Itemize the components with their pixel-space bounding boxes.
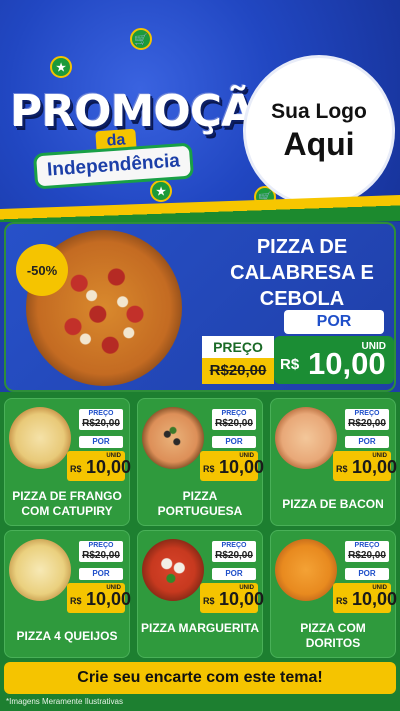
currency-label: R$ — [203, 464, 215, 474]
featured-product: -50% PIZZA DE CALABRESA E CEBOLA POR PRE… — [4, 222, 396, 392]
product-card: PREÇO R$20,00 POR UNID R$ 10,00 PIZZA CO… — [270, 530, 397, 658]
price-value: 10,00 — [308, 346, 386, 381]
currency-label: R$ — [336, 596, 348, 606]
promo-subtitle: Independência — [32, 142, 195, 190]
logo-placeholder: Sua Logo Aqui — [246, 58, 392, 204]
preco-label: PREÇO — [354, 410, 380, 417]
new-price: UNID R$ 10,00 — [200, 583, 264, 613]
preco-label: PREÇO — [221, 410, 247, 417]
preco-label: PREÇO — [88, 542, 114, 549]
header-banner: 🛒 ★ ★ 🛒 PROMOÇÃO da Independência Sua Lo… — [0, 0, 400, 222]
product-name: PIZZA MARGUERITA — [141, 621, 259, 635]
preco-box: PREÇO R$20,00 — [345, 541, 389, 562]
featured-por-label: POR — [284, 310, 384, 334]
product-card: PREÇO R$20,00 POR UNID R$ 10,00 PIZZA PO… — [137, 398, 264, 526]
por-label: POR — [345, 436, 389, 448]
product-name: PIZZA DE BACON — [282, 497, 384, 511]
featured-new-price: UNID R$ 10,00 — [274, 336, 394, 384]
new-price: UNID R$ 10,00 — [333, 583, 397, 613]
old-price: R$20,00 — [215, 550, 253, 561]
cta-banner[interactable]: Crie seu encarte com este tema! — [4, 662, 396, 694]
pizza-image — [275, 407, 337, 469]
price-value: 10,00 — [219, 457, 265, 477]
preco-box: PREÇO R$20,00 — [212, 541, 256, 562]
logo-text-line2: Aqui — [283, 125, 355, 162]
price-value: 10,00 — [352, 589, 398, 609]
product-name: PIZZA COM DORITOS — [300, 621, 366, 650]
por-label: POR — [212, 568, 256, 580]
product-name: PIZZA DE FRANGO COM CATUPIRY — [12, 489, 122, 518]
new-price: UNID R$ 10,00 — [333, 451, 397, 481]
product-card: PREÇO R$20,00 POR UNID R$ 10,00 PIZZA 4 … — [4, 530, 131, 658]
currency-label: R$ — [70, 596, 82, 606]
price-value: 10,00 — [86, 457, 132, 477]
flag-badge-icon: ★ — [150, 180, 172, 202]
featured-product-name: PIZZA DE CALABRESA E CEBOLA — [230, 236, 374, 310]
preco-box: PREÇO R$20,00 — [345, 409, 389, 430]
pizza-image — [9, 407, 71, 469]
new-price: UNID R$ 10,00 — [67, 583, 131, 613]
new-price: UNID R$ 10,00 — [67, 451, 131, 481]
pizza-image — [142, 407, 204, 469]
preco-box: PREÇO R$20,00 — [79, 409, 123, 430]
preco-box: PREÇO R$20,00 — [212, 409, 256, 430]
old-price: R$20,00 — [348, 550, 386, 561]
pizza-image — [142, 539, 204, 601]
old-price: R$20,00 — [82, 550, 120, 561]
currency-label: R$ — [203, 596, 215, 606]
currency-label: R$ — [70, 464, 82, 474]
por-label: POR — [212, 436, 256, 448]
preco-box: PREÇO R$20,00 — [79, 541, 123, 562]
product-card: PREÇO R$20,00 POR UNID R$ 10,00 PIZZA DE… — [270, 398, 397, 526]
old-price: R$20,00 — [82, 418, 120, 429]
currency-label: R$ — [336, 464, 348, 474]
product-name: PIZZA 4 QUEIJOS — [16, 629, 118, 643]
cart-icon: 🛒 — [130, 28, 152, 50]
preco-label: PREÇO — [88, 410, 114, 417]
pizza-image — [9, 539, 71, 601]
preco-label: PREÇO — [354, 542, 380, 549]
logo-text-line1: Sua Logo — [271, 99, 367, 123]
old-price: R$20,00 — [215, 418, 253, 429]
por-label: POR — [345, 568, 389, 580]
product-name: PIZZA PORTUGUESA — [157, 489, 243, 518]
price-value: 10,00 — [219, 589, 265, 609]
flag-badge-icon: ★ — [50, 56, 72, 78]
disclaimer-text: *Imagens Meramente Ilustrativas — [6, 697, 123, 706]
por-label: POR — [79, 568, 123, 580]
price-value: 10,00 — [352, 457, 398, 477]
product-card: PREÇO R$20,00 POR UNID R$ 10,00 PIZZA MA… — [137, 530, 264, 658]
preco-label: PREÇO — [221, 542, 247, 549]
featured-preco-label: PREÇO — [202, 336, 274, 358]
currency-label: R$ — [280, 356, 300, 373]
por-label: POR — [79, 436, 123, 448]
new-price: UNID R$ 10,00 — [200, 451, 264, 481]
price-value: 10,00 — [86, 589, 132, 609]
cart-icon: 🛒 — [254, 186, 276, 208]
old-price: R$20,00 — [348, 418, 386, 429]
featured-old-price: R$20,00 — [202, 358, 274, 384]
discount-badge: -50% — [16, 244, 68, 296]
pizza-image — [275, 539, 337, 601]
product-card: PREÇO R$20,00 POR UNID R$ 10,00 PIZZA DE… — [4, 398, 131, 526]
